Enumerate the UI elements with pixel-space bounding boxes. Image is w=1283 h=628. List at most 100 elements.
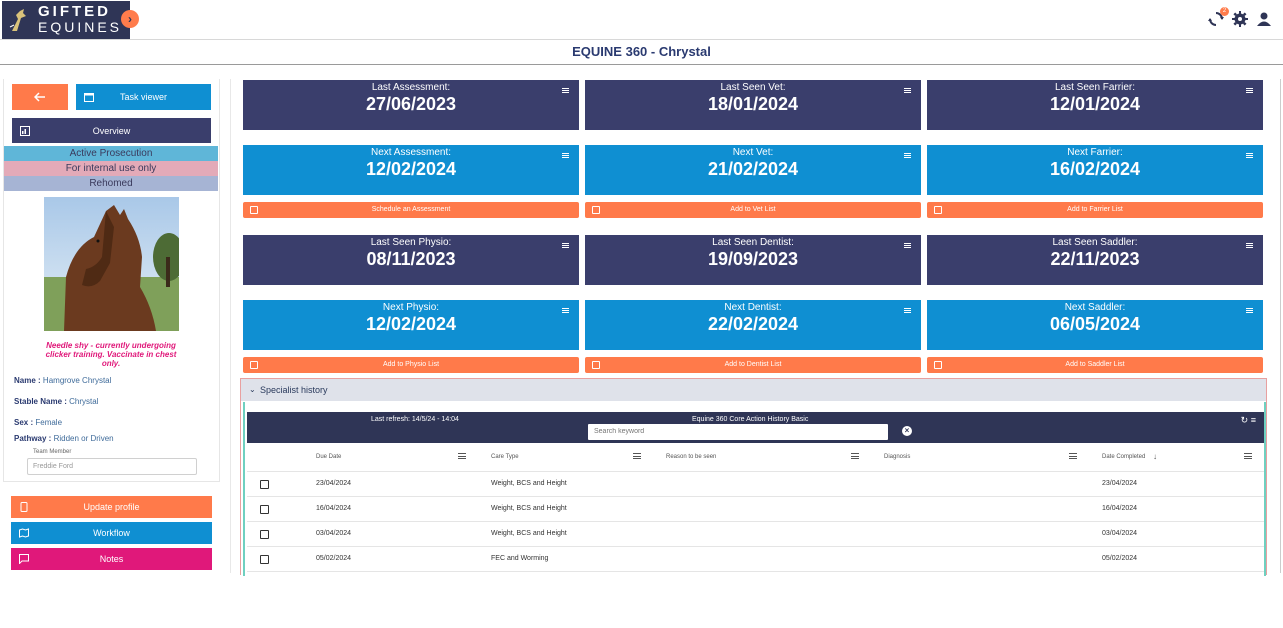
name-row: Name : Hamgrove Chrystal [14,376,111,385]
search-input[interactable] [588,424,888,440]
menu-icon[interactable] [904,308,911,313]
card-value: 22/11/2023 [1050,249,1140,269]
top-bar: GIFTED EQUINES › 2 [0,0,1283,40]
menu-icon[interactable] [904,243,911,248]
add-farrier-button[interactable]: Add to Farrier List [927,202,1263,218]
card-last-saddler: Last Seen Saddler: 22/11/2023 [927,235,1263,285]
back-button[interactable] [12,84,68,110]
name-label: Name : [14,376,41,385]
notes-button[interactable]: Notes [11,548,212,570]
table-row[interactable]: 05/02/2024 FEC and Worming 05/02/2024 [247,547,1264,572]
column-menu-icon[interactable] [458,453,466,459]
card-label: Last Assessment: [371,82,451,93]
card-next-saddler: Next Saddler: 06/05/2024 [927,300,1263,350]
menu-icon[interactable] [904,153,911,158]
add-saddler-label: Add to Saddler List [1065,361,1125,368]
add-physio-button[interactable]: Add to Physio List [243,357,579,373]
sort-arrow-icon[interactable]: ↓ [1153,452,1157,461]
menu-icon[interactable] [1246,308,1253,313]
clear-search-icon[interactable]: × [902,426,912,436]
column-menu-icon[interactable] [1069,453,1077,459]
table-row[interactable]: 23/04/2024 Weight, BCS and Height 23/04/… [247,472,1264,497]
update-profile-button[interactable]: Update profile [11,496,212,518]
add-vet-button[interactable]: Add to Vet List [585,202,921,218]
card-value: 06/05/2024 [1049,314,1141,334]
column-menu-icon[interactable] [633,453,641,459]
add-physio-label: Add to Physio List [382,361,440,368]
menu-icon[interactable] [562,88,569,93]
card-next-farrier: Next Farrier: 16/02/2024 [927,145,1263,195]
cell-completed: 05/02/2024 [1102,555,1138,562]
card-label: Last Seen Physio: [370,237,452,248]
logo-text-line1: GIFTED [38,3,111,20]
overview-button[interactable]: Overview [12,118,211,143]
add-saddler-button[interactable]: Add to Saddler List [927,357,1263,373]
cell-completed: 23/04/2024 [1102,480,1138,487]
row-checkbox[interactable] [260,480,269,489]
sync-icon[interactable]: 2 [1207,7,1229,28]
refresh-icon[interactable]: ↻ [1241,415,1249,425]
menu-icon[interactable] [562,243,569,248]
notes-label: Notes [99,554,124,564]
team-member-field[interactable]: Freddie Ford [27,458,197,475]
logo[interactable]: GIFTED EQUINES [2,1,130,39]
notification-badge: 2 [1220,7,1229,16]
card-value: 12/02/2024 [365,314,457,334]
add-dentist-button[interactable]: Add to Dentist List [585,357,921,373]
row-checkbox[interactable] [260,505,269,514]
column-diagnosis[interactable]: Diagnosis [884,454,910,460]
menu-icon[interactable] [1246,88,1253,93]
specialist-history-header[interactable]: ⌄ Specialist history [241,379,1266,401]
menu-icon[interactable] [562,308,569,313]
update-profile-label: Update profile [83,502,140,512]
column-due-date[interactable]: Due Date [316,454,341,460]
cell-due: 03/04/2024 [316,530,352,537]
menu-icon[interactable]: ≡ [1251,415,1256,425]
cell-type: Weight, BCS and Height [491,505,567,512]
cell-type: Weight, BCS and Height [491,480,567,487]
column-date-completed[interactable]: Date Completed [1102,454,1145,460]
menu-icon[interactable] [1246,153,1253,158]
card-value: 27/06/2023 [365,94,457,114]
sex-value: Female [35,418,63,427]
card-label: Last Seen Saddler: [1052,237,1138,248]
card-next-physio: Next Physio: 12/02/2024 [243,300,579,350]
card-label: Next Dentist: [724,302,782,313]
card-value: 08/11/2023 [366,249,456,269]
calendar-icon [84,93,94,102]
menu-icon[interactable] [904,88,911,93]
logo-text-line2: EQUINES [38,19,123,35]
stable-label: Stable Name : [14,397,67,406]
sex-label: Sex : [14,418,34,427]
schedule-assessment-button[interactable]: Schedule an Assessment [243,202,579,218]
card-value: 22/02/2024 [707,314,799,334]
menu-icon[interactable] [1246,243,1253,248]
table-row[interactable]: 03/04/2024 Weight, BCS and Height 03/04/… [247,522,1264,547]
gear-icon[interactable] [1231,10,1249,28]
sidebar-toggle-chevron-icon[interactable]: › [121,10,139,28]
task-viewer-button[interactable]: Task viewer [76,84,211,110]
card-value: 21/02/2024 [707,159,799,179]
row-checkbox[interactable] [260,555,269,564]
user-icon[interactable] [1255,10,1273,28]
workflow-button[interactable]: Workflow [11,522,212,544]
history-grid: Last refresh: 14/5/24 - 14:04 Equine 360… [243,402,1266,576]
column-care-type[interactable]: Care Type [491,454,519,460]
row-checkbox[interactable] [260,530,269,539]
menu-icon[interactable] [562,153,569,158]
calendar-check-icon [250,206,258,214]
overview-label: Overview [92,125,131,136]
card-label: Next Farrier: [1067,147,1123,158]
column-reason[interactable]: Reason to be seen [666,454,716,460]
card-label: Next Assessment: [370,147,452,158]
grid-header: Due Date Care Type Reason to be seen Dia… [247,444,1264,472]
column-menu-icon[interactable] [851,453,859,459]
table-row[interactable]: 16/04/2024 Weight, BCS and Height 16/04/… [247,497,1264,522]
specialist-history-title: Specialist history [260,385,328,395]
cell-type: FEC and Worming [491,555,549,562]
column-menu-icon[interactable] [1244,453,1252,459]
team-member-label: Team Member [33,449,72,455]
stable-row: Stable Name : Chrystal [14,397,98,406]
stable-value: Chrystal [69,397,99,406]
calendar-check-icon [250,361,258,369]
